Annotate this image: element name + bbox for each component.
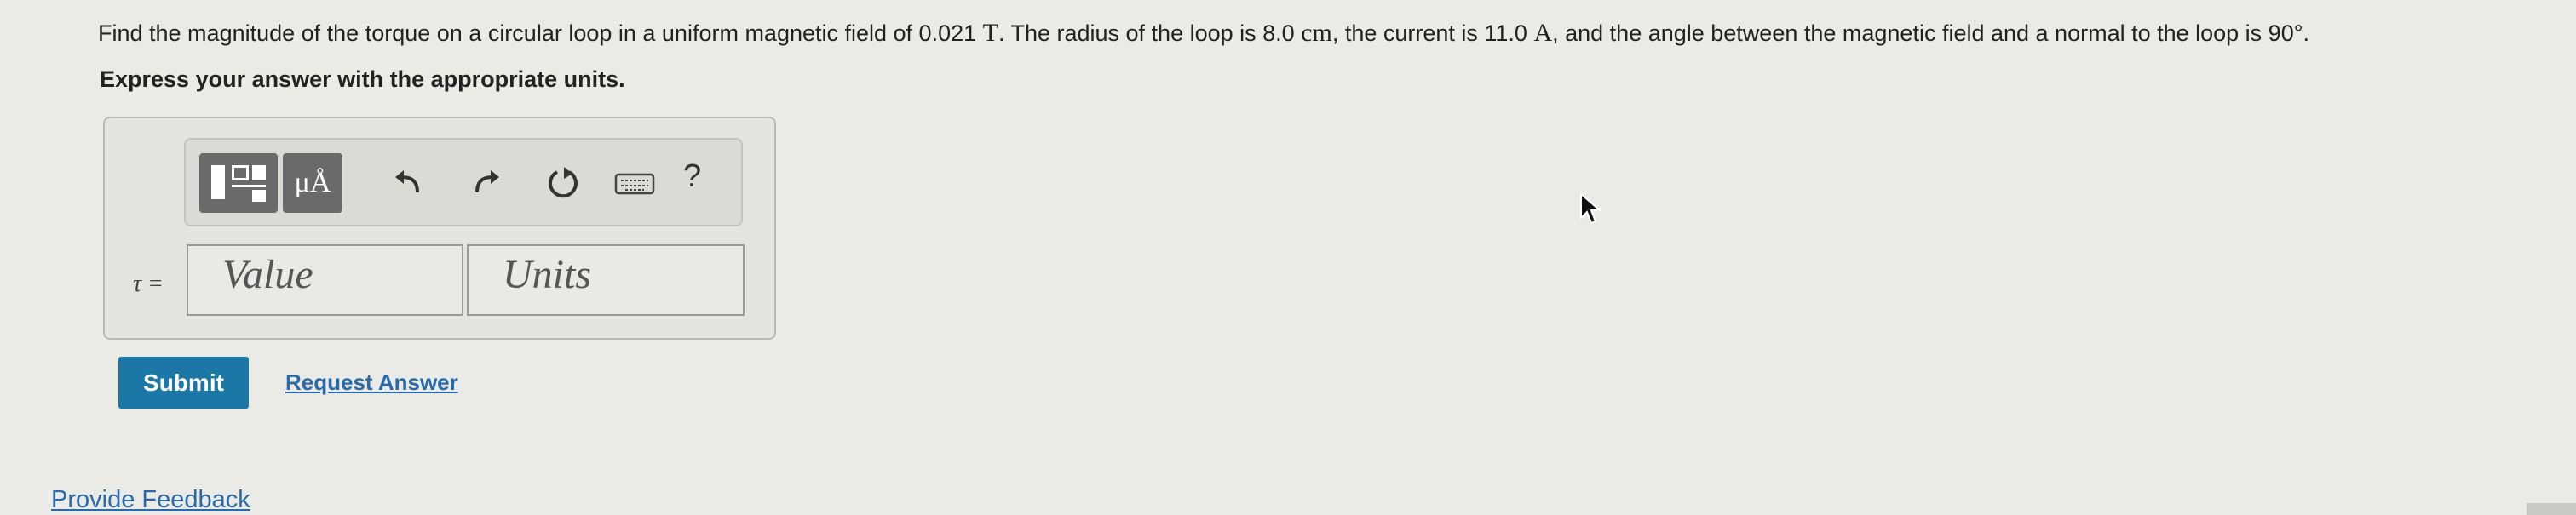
scrollbar-corner: [2527, 503, 2576, 515]
units-icon[interactable]: μÅ: [283, 153, 342, 213]
reset-icon[interactable]: [543, 163, 583, 203]
answer-box: μÅ ? τ = Value Units: [103, 117, 776, 340]
undo-icon[interactable]: [388, 163, 428, 203]
keyboard-icon[interactable]: [613, 163, 656, 203]
mouse-pointer-icon: [1578, 192, 1603, 226]
question-part-4: , and the angle between the magnetic fie…: [1552, 20, 2310, 46]
units-tool-label: μÅ: [294, 167, 331, 198]
instruction-text: Express your answer with the appropriate…: [100, 66, 625, 92]
field-unit: T: [982, 19, 998, 47]
radius-unit: cm: [1301, 19, 1332, 47]
submit-button[interactable]: Submit: [118, 357, 249, 409]
units-input[interactable]: Units: [467, 244, 745, 316]
torque-label: τ =: [133, 271, 164, 297]
templates-icon[interactable]: [199, 153, 278, 213]
help-icon[interactable]: ?: [683, 158, 701, 195]
math-toolbar: μÅ ?: [184, 138, 743, 226]
question-part-3: , the current is 11.0: [1331, 20, 1534, 46]
question-part-1: Find the magnitude of the torque on a ci…: [98, 20, 983, 46]
current-unit: A: [1533, 19, 1553, 47]
question-part-2: . The radius of the loop is 8.0: [998, 20, 1302, 46]
provide-feedback-link[interactable]: Provide Feedback: [51, 486, 250, 514]
request-answer-link[interactable]: Request Answer: [285, 369, 458, 396]
redo-icon[interactable]: [467, 163, 506, 203]
value-input[interactable]: Value: [187, 244, 463, 316]
question-text: Find the magnitude of the torque on a ci…: [98, 19, 2309, 48]
